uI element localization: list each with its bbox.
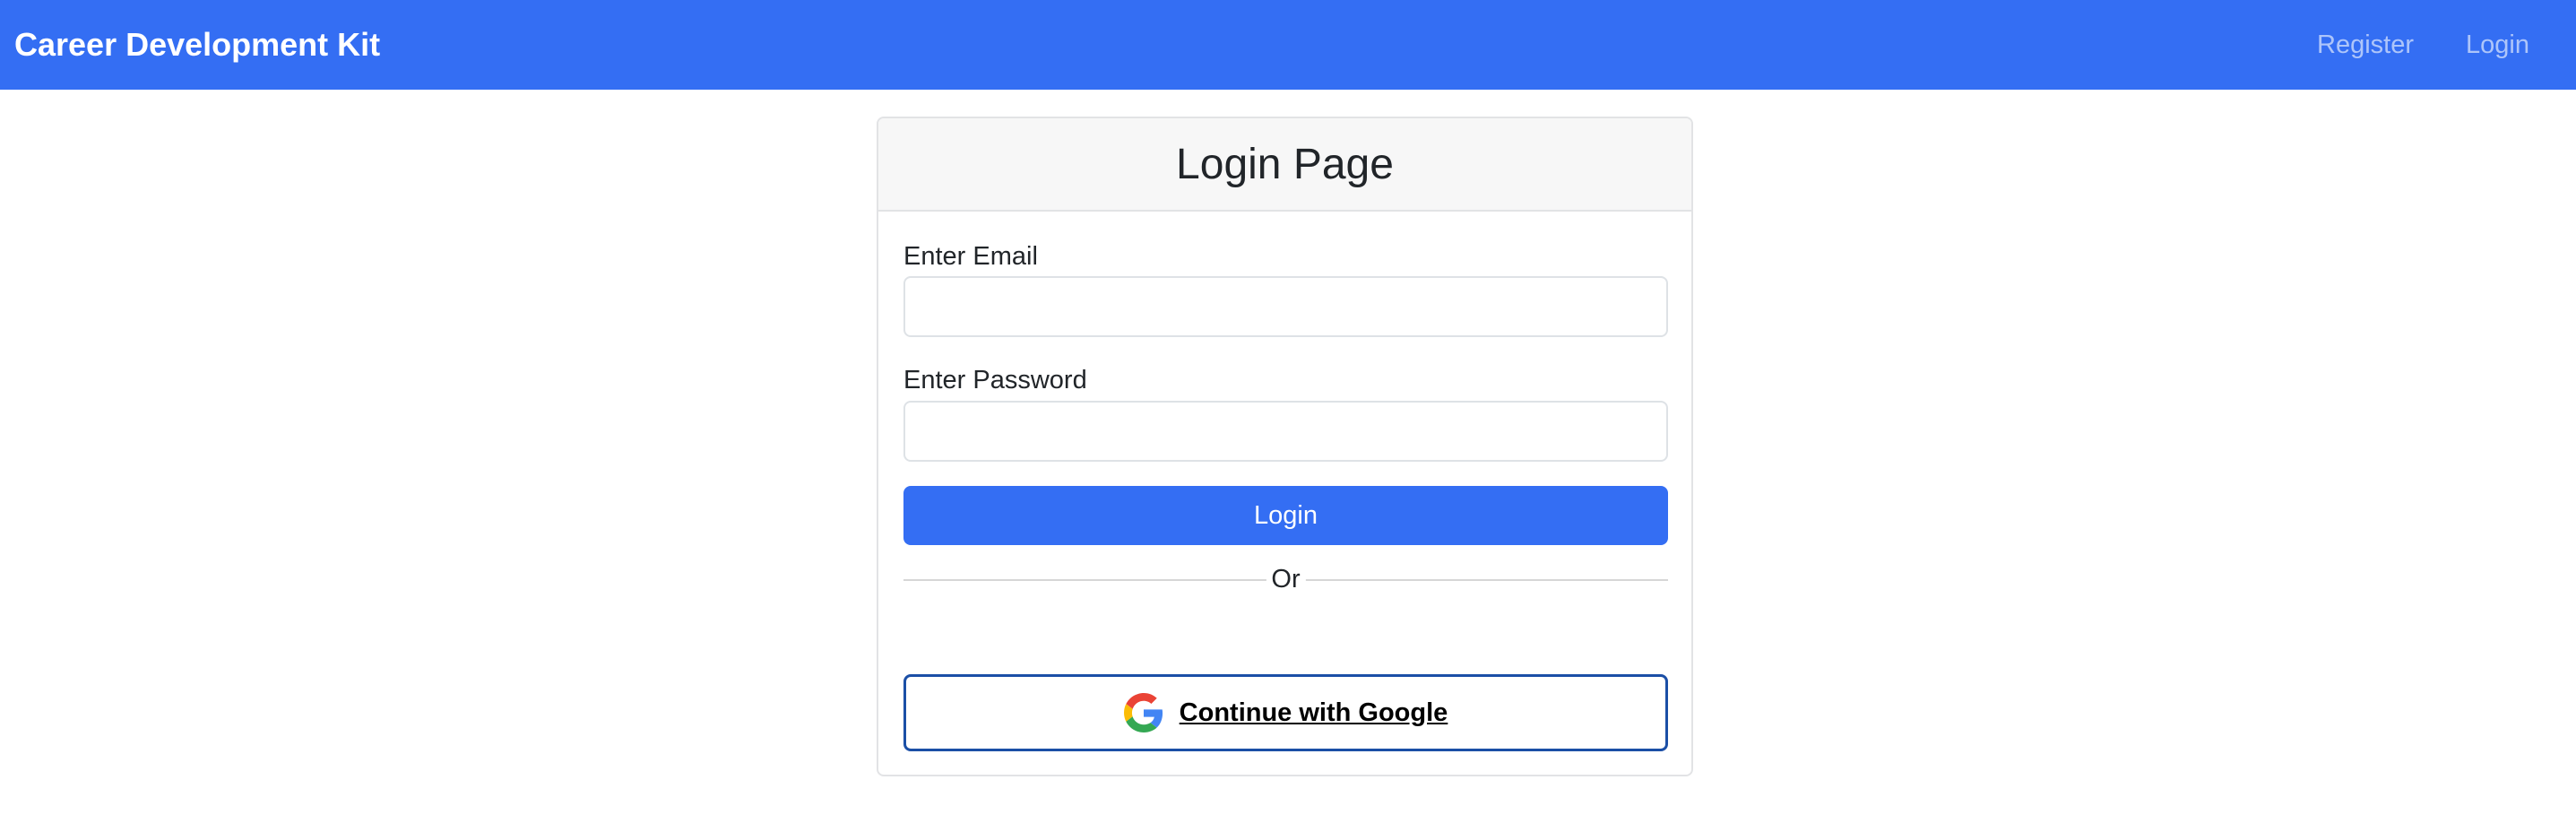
login-card: Login Page Enter Email Enter Password Lo… bbox=[877, 117, 1693, 776]
divider-text: Or bbox=[1266, 561, 1306, 597]
card-header: Login Page bbox=[878, 118, 1691, 212]
continue-with-google-button[interactable]: Continue with Google bbox=[903, 674, 1668, 751]
google-button-label: Continue with Google bbox=[1179, 698, 1448, 727]
top-navbar: Career Development Kit Register Login bbox=[0, 0, 2576, 90]
brand-title[interactable]: Career Development Kit bbox=[14, 0, 380, 90]
email-field[interactable] bbox=[903, 276, 1668, 337]
email-label: Enter Email bbox=[903, 242, 1038, 271]
nav-links: Register Login bbox=[2265, 0, 2529, 90]
login-button[interactable]: Login bbox=[903, 486, 1668, 545]
nav-link-login[interactable]: Login bbox=[2466, 30, 2529, 60]
password-label: Enter Password bbox=[903, 366, 1087, 394]
google-icon bbox=[1123, 693, 1163, 732]
nav-link-register[interactable]: Register bbox=[2317, 30, 2414, 60]
page-title: Login Page bbox=[1176, 140, 1394, 188]
or-divider: Or bbox=[903, 561, 1668, 597]
password-field[interactable] bbox=[903, 401, 1668, 462]
